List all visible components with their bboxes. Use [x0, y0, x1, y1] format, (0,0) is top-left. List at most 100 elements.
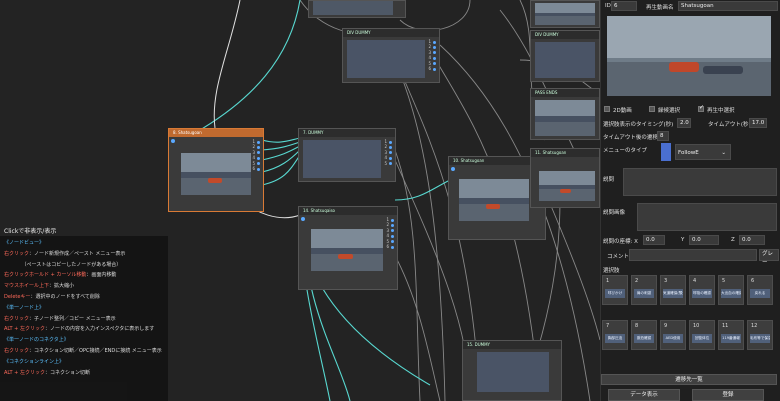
timing-label: 選択肢表示のタイミング(秒)	[603, 122, 674, 128]
choice-cell[interactable]: 7 胸部圧迫	[602, 320, 628, 350]
choice-cell[interactable]: 1 呼びかけ	[602, 275, 628, 305]
choice-button[interactable]: 肩の刺激	[634, 289, 654, 298]
menu-type-label: メニューのタイプ	[603, 148, 648, 154]
question-field[interactable]	[623, 168, 777, 196]
coord-z-label: Z	[731, 237, 735, 243]
timeout-label: タイムアウト(秒)	[708, 122, 751, 128]
choice-button[interactable]: 呼吸の確認	[692, 289, 712, 298]
choice-number: 10	[693, 323, 700, 329]
node-title: 7. DUMMY	[299, 129, 395, 137]
help-line: 右クリック：子ノード整列／コピー メニュー表示	[4, 315, 116, 322]
choice-button[interactable]: 脈拍確認	[634, 334, 654, 343]
choice-button[interactable]: 戻れる	[750, 289, 770, 298]
video-name-field[interactable]: Shatsugoan	[678, 1, 778, 11]
help-toggle[interactable]: Clickで非表示/表示	[4, 226, 56, 235]
choice-button[interactable]: 胸部圧迫	[605, 334, 625, 343]
choice-cell[interactable]: 9 AED使用	[660, 320, 686, 350]
help-line: （ペーストはコピーしたノードがある場合）	[4, 261, 122, 268]
node-top-a[interactable]	[308, 0, 406, 18]
timing-field[interactable]: 2.0	[677, 118, 691, 128]
node-title: 15. DUMMY	[463, 341, 561, 349]
checkbox-playing[interactable]	[698, 104, 704, 112]
menu-type-dropdown[interactable]: FollowE ⌄	[675, 144, 731, 160]
node-pass-ends[interactable]: PASS ENDS	[530, 88, 600, 140]
question-image-field[interactable]	[637, 203, 777, 231]
checkbox-2d-label: 2D動画	[613, 108, 632, 114]
choice-cell[interactable]: 2 肩の刺激	[631, 275, 657, 305]
choice-cell[interactable]: 6 戻れる	[747, 275, 773, 305]
help-line: 《単一ノード上》	[4, 304, 45, 311]
choice-cell[interactable]: 12 毛布等で保温(ショック対応)	[747, 320, 773, 350]
choice-cell[interactable]: 5 大出血の確認	[718, 275, 744, 305]
timeout-field[interactable]: 17.0	[749, 118, 767, 128]
choice-cell[interactable]: 11 119番通報	[718, 320, 744, 350]
id-field[interactable]: 6	[611, 1, 637, 11]
input-port[interactable]	[451, 167, 455, 171]
choice-cell[interactable]: 8 脈拍確認	[631, 320, 657, 350]
help-line: Deleteキー：選択中のノードをすべて削除	[4, 293, 100, 300]
node-dummy-7[interactable]: 7. DUMMY 12345	[298, 128, 396, 182]
save-button[interactable]: 登録	[692, 389, 764, 401]
video-preview	[607, 16, 771, 96]
node-title: PASS ENDS	[531, 89, 599, 97]
coord-y-label: Y	[681, 237, 685, 243]
choice-cell[interactable]: 3 気道確保(顎先)	[660, 275, 686, 305]
choices-label: 選択肢	[603, 268, 620, 274]
help-overlay: 《ノードビュー》右クリック：ノード新規作成／ペースト メニュー表示 （ペーストは…	[0, 236, 168, 401]
help-line: 右クリック：ノード新規作成／ペースト メニュー表示	[4, 250, 126, 257]
node-right-top-a[interactable]	[530, 0, 600, 28]
video-name-label: 再生動画名	[646, 5, 674, 11]
choice-button[interactable]: 呼びかけ	[605, 289, 625, 298]
choice-number: 1	[606, 278, 610, 284]
node-ports[interactable]: 123456	[386, 217, 394, 249]
color-dropdown[interactable]: グレー	[759, 249, 779, 266]
node-canvas[interactable]: DIV DUMMY 123456 DIV DUMMY PASS ENDS 8. …	[0, 0, 600, 401]
transitions-button[interactable]: 遷移先一覧	[601, 374, 777, 385]
after-timeout-field[interactable]: 8	[657, 131, 669, 141]
choice-number: 7	[606, 323, 610, 329]
checkbox-2d[interactable]	[604, 106, 610, 112]
node-shatsuqaiso-14[interactable]: 14. Shatsuqaiso 123456	[298, 206, 398, 290]
choice-number: 2	[635, 278, 639, 284]
data-view-button[interactable]: データ表示	[608, 389, 680, 401]
coord-y-field[interactable]: 0.0	[689, 235, 719, 245]
node-right-div-dummy[interactable]: DIV DUMMY	[530, 30, 600, 82]
coord-x-label: 説問の座標: X	[603, 239, 638, 245]
choice-button[interactable]: 気道確保(顎先)	[663, 289, 683, 298]
choice-button[interactable]: 回復体位	[692, 334, 712, 343]
input-port[interactable]	[301, 217, 305, 221]
choice-number: 11	[722, 323, 729, 329]
after-timeout-label: タイムアウト後の遷移	[603, 135, 658, 141]
question-label: 説問	[603, 177, 615, 183]
choice-number: 4	[693, 278, 697, 284]
coord-z-field[interactable]: 0.0	[739, 235, 765, 245]
help-line: マウスホイール上下：拡大縮小	[4, 283, 75, 290]
choice-button[interactable]: AED使用	[663, 334, 683, 343]
comment-field[interactable]	[629, 249, 757, 261]
checkbox-recommend[interactable]	[649, 106, 655, 112]
choice-button[interactable]: 119番通報	[721, 334, 741, 343]
input-port[interactable]	[171, 139, 175, 143]
choice-button[interactable]: 大出血の確認	[721, 289, 741, 298]
node-dummy-15[interactable]: 15. DUMMY	[462, 340, 562, 401]
help-line: ALT + 左クリック：コネクション切断	[4, 369, 90, 376]
node-shatsugoan-selected[interactable]: 8. Shatsugoan 123456	[168, 128, 264, 212]
node-ports[interactable]: 123456	[252, 139, 260, 171]
node-title: DIV DUMMY	[531, 31, 599, 39]
choice-number: 6	[751, 278, 755, 284]
node-shatsugoan-11[interactable]: 11. Shatsugoan	[530, 148, 600, 208]
choice-button[interactable]: 毛布等で保温(ショック対応)	[750, 334, 770, 343]
node-title: 11. Shatsugoan	[531, 149, 599, 157]
question-image-label: 説問画像	[603, 210, 626, 216]
choice-cell[interactable]: 10 回復体位	[689, 320, 715, 350]
node-ports[interactable]: 123456	[428, 39, 436, 71]
menu-type-icon	[661, 143, 671, 161]
id-label: ID	[605, 3, 611, 9]
coord-x-field[interactable]: 0.0	[643, 235, 665, 245]
help-line: 《ノードビュー》	[4, 240, 45, 246]
choice-cell[interactable]: 4 呼吸の確認	[689, 275, 715, 305]
node-div-dummy-b[interactable]: DIV DUMMY 123456	[342, 28, 440, 83]
node-ports[interactable]: 12345	[384, 139, 392, 166]
checkbox-recommend-label: 繰候選択	[658, 108, 681, 114]
help-line: 《単一ノードのコネクタ上》	[4, 337, 69, 344]
